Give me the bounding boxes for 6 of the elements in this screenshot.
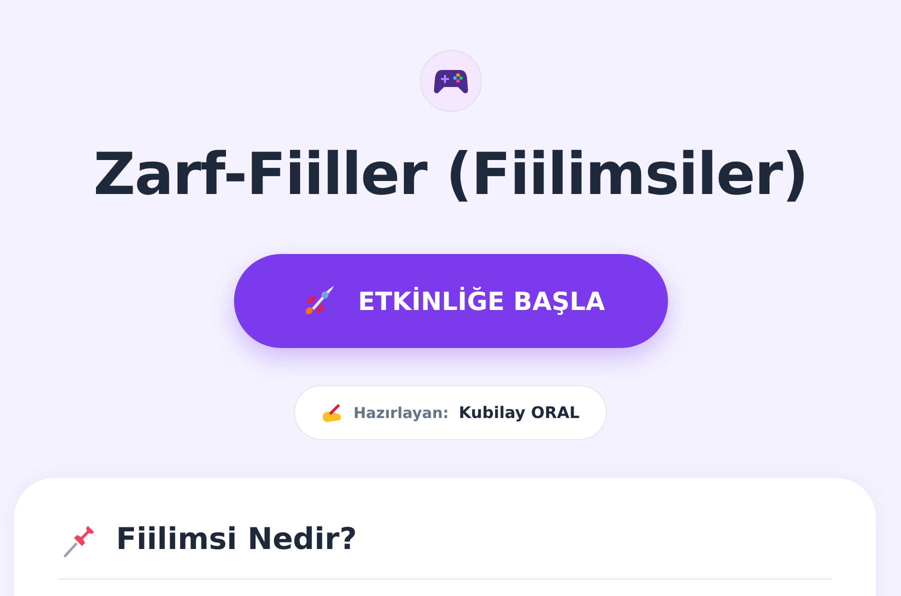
start-button[interactable]: ETKİNLİĞE BAŞLA <box>234 254 668 348</box>
section-heading: Fiilimsi Nedir? <box>116 521 357 559</box>
page-title: Zarf-Fiiller (Fiilimsiler) <box>93 139 808 210</box>
author-label: Hazırlayan: <box>353 404 449 422</box>
author-name: Kubilay ORAL <box>458 403 580 422</box>
gamepad-icon <box>434 68 468 94</box>
